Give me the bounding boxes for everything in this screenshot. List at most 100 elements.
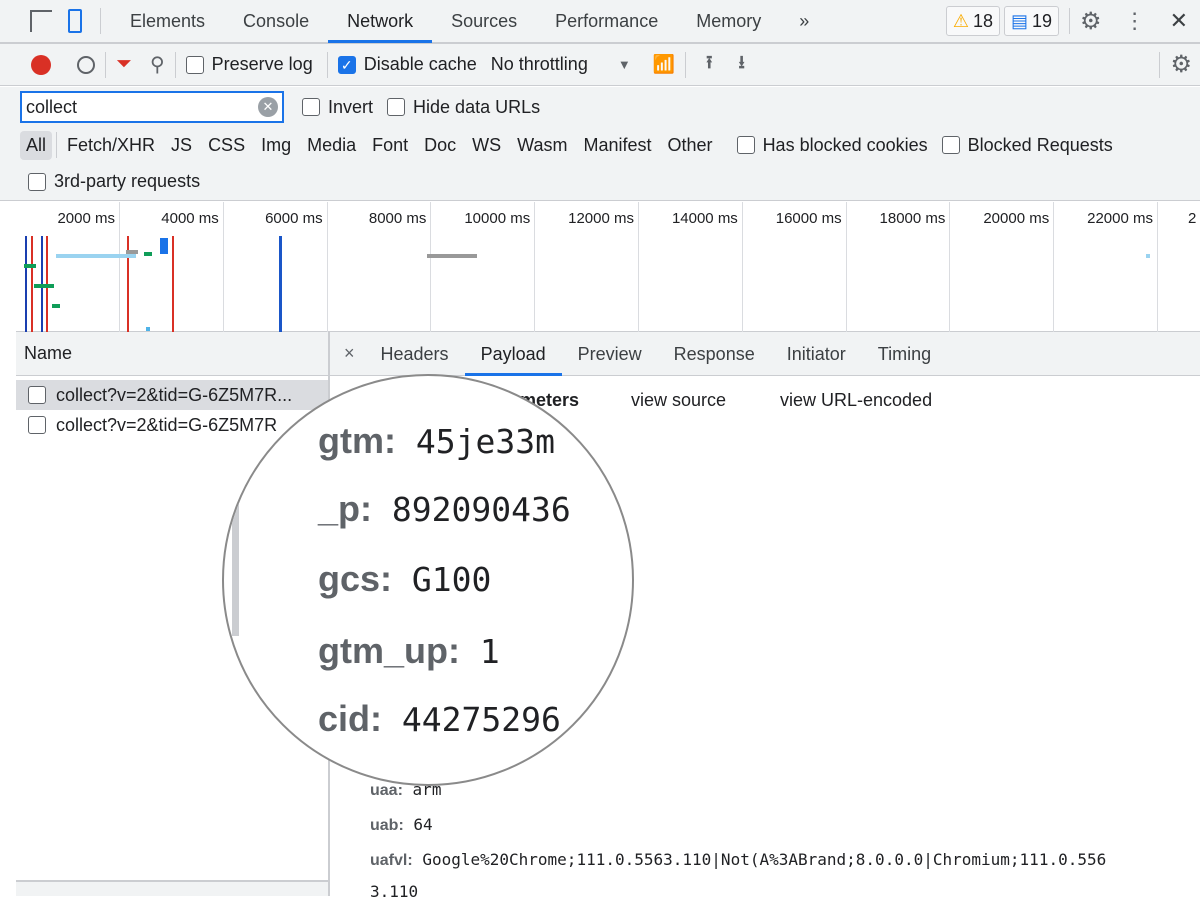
record-button[interactable] [31, 54, 51, 75]
magnified-param: gcs: G100 [318, 558, 492, 599]
devtools-tab-bar: Elements Console Network Sources Perform… [0, 0, 1200, 44]
close-detail-icon[interactable]: × [330, 343, 365, 364]
tab-payload[interactable]: Payload [464, 332, 562, 376]
magnified-param: gtm_up: 1 [318, 630, 500, 671]
divider [174, 51, 176, 78]
tab-preview[interactable]: Preview [562, 332, 658, 376]
timeline-tick-label: 14000 ms [671, 210, 738, 227]
timeline-marker [25, 236, 27, 332]
type-img[interactable]: Img [255, 131, 297, 160]
tab-performance[interactable]: Performance [536, 0, 677, 43]
timeline-tick-label: 22000 ms [1087, 210, 1153, 227]
message-icon: ▤ [1011, 10, 1029, 31]
tab-sources[interactable]: Sources [432, 0, 536, 43]
divider [105, 51, 106, 78]
magnified-param: cid: 44275296 [318, 698, 561, 739]
divider [56, 132, 58, 158]
import-har-icon[interactable]: ⭱ [706, 50, 712, 80]
param-row: uafvl: Google%20Chrome;111.0.5563.110|No… [370, 850, 1107, 869]
type-all[interactable]: All [20, 130, 53, 160]
name-column-header[interactable]: Name [16, 332, 328, 376]
blocked-requests-checkbox[interactable]: Blocked Requests [941, 135, 1113, 156]
timeline-tick-label: 20000 ms [983, 210, 1050, 227]
inspect-element-icon[interactable] [30, 10, 52, 32]
timeline-tick-label: 16000 ms [775, 210, 842, 227]
has-blocked-cookies-checkbox[interactable]: Has blocked cookies [736, 135, 928, 156]
hide-data-urls-checkbox[interactable]: Hide data URLs [387, 97, 540, 118]
timeline-gridline [1157, 202, 1158, 332]
type-css[interactable]: CSS [202, 131, 251, 160]
timeline-gridline [119, 202, 120, 332]
type-manifest[interactable]: Manifest [578, 131, 658, 160]
timeline-tick-label: 12000 ms [568, 210, 634, 227]
more-options-icon[interactable]: ⋮ [1124, 8, 1146, 34]
tab-headers[interactable]: Headers [365, 332, 465, 376]
timeline-tick-label: 18000 ms [879, 210, 946, 227]
settings-icon[interactable]: ⚙ [1080, 7, 1102, 36]
timeline-selected-request[interactable] [160, 238, 168, 254]
close-icon[interactable]: ✕ [1170, 8, 1188, 34]
timeline-gridline [638, 202, 639, 332]
tab-console[interactable]: Console [224, 0, 328, 43]
divider [326, 51, 328, 78]
timeline-tick-label: 2000 ms [57, 210, 115, 227]
view-url-encoded-link[interactable]: view URL-encoded [780, 390, 932, 411]
timeline-gridline [430, 202, 432, 332]
clear-icon[interactable] [77, 55, 95, 74]
device-toolbar-icon[interactable] [68, 9, 82, 33]
magnified-param: gtm: 45je33m [318, 420, 555, 461]
view-source-link[interactable]: view source [631, 390, 726, 411]
timeline-tick-label: 10000 ms [464, 210, 531, 227]
invert-checkbox[interactable]: Invert [302, 97, 373, 118]
clear-filter-icon[interactable]: ✕ [258, 97, 278, 117]
type-ws[interactable]: WS [466, 131, 507, 160]
chevron-down-icon: ▼ [617, 57, 631, 72]
divider [685, 51, 687, 78]
disable-cache-checkbox[interactable]: ✓ Disable cache [337, 54, 477, 75]
third-party-requests-checkbox[interactable]: 3rd-party requests [28, 171, 200, 192]
type-media[interactable]: Media [301, 131, 362, 160]
filter-input[interactable]: collect ✕ [20, 91, 284, 123]
network-settings-icon[interactable]: ⚙ [1170, 50, 1192, 79]
search-icon[interactable]: ⚲ [150, 52, 165, 77]
timeline-request-bar [24, 264, 36, 268]
export-har-icon[interactable]: ⭳ [738, 50, 744, 80]
timeline-gridline [534, 202, 536, 332]
tab-memory[interactable]: Memory [677, 0, 780, 43]
divider [1069, 8, 1071, 34]
type-wasm[interactable]: Wasm [511, 131, 573, 160]
tab-timing[interactable]: Timing [862, 332, 947, 376]
tab-elements[interactable]: Elements [111, 0, 224, 43]
messages-badge[interactable]: ▤ 19 [1004, 6, 1060, 36]
third-party-row: 3rd-party requests [0, 163, 1200, 201]
type-font[interactable]: Font [366, 131, 414, 160]
throttling-select[interactable]: No throttling ▼ [491, 54, 631, 75]
type-js[interactable]: JS [165, 131, 198, 160]
preserve-log-checkbox[interactable]: Preserve log [185, 54, 313, 75]
timeline-marker [31, 236, 33, 332]
timeline-request-bar [144, 252, 152, 256]
timeline-tick-label: 2 [1188, 210, 1197, 227]
timeline-request-bar [56, 254, 136, 258]
warnings-badge[interactable]: ⚠ 18 [945, 6, 1000, 36]
type-doc[interactable]: Doc [418, 131, 462, 160]
timeline-tick-label: 6000 ms [265, 210, 323, 227]
param-row: uab: 64 [370, 815, 433, 834]
tab-response[interactable]: Response [658, 332, 771, 376]
request-row[interactable]: collect?v=2&tid=G-6Z5M7R... [16, 380, 328, 410]
network-overview-timeline[interactable]: 2000 ms 4000 ms 6000 ms 8000 ms 10000 ms 1200… [16, 202, 1200, 332]
timeline-request-bar [34, 284, 54, 288]
resource-type-filters: All Fetch/XHR JS CSS Img Media Font Doc … [0, 127, 1200, 163]
magnifier-overlay: gtm: 45je33m _p: 892090436 gcs: G100 gtm… [222, 374, 634, 786]
filter-bar: collect ✕ Invert Hide data URLs [0, 87, 1200, 127]
type-fetch-xhr[interactable]: Fetch/XHR [61, 131, 161, 160]
tab-initiator[interactable]: Initiator [771, 332, 862, 376]
network-conditions-icon[interactable]: 📶 [653, 54, 675, 75]
param-row: 3.110 [370, 882, 419, 901]
timeline-marker [279, 236, 282, 332]
more-tabs-button[interactable]: » [780, 0, 828, 43]
filter-icon[interactable]: ⏷ [116, 53, 132, 76]
timeline-gridline [1053, 202, 1055, 332]
tab-network[interactable]: Network [328, 0, 433, 43]
type-other[interactable]: Other [662, 131, 719, 160]
